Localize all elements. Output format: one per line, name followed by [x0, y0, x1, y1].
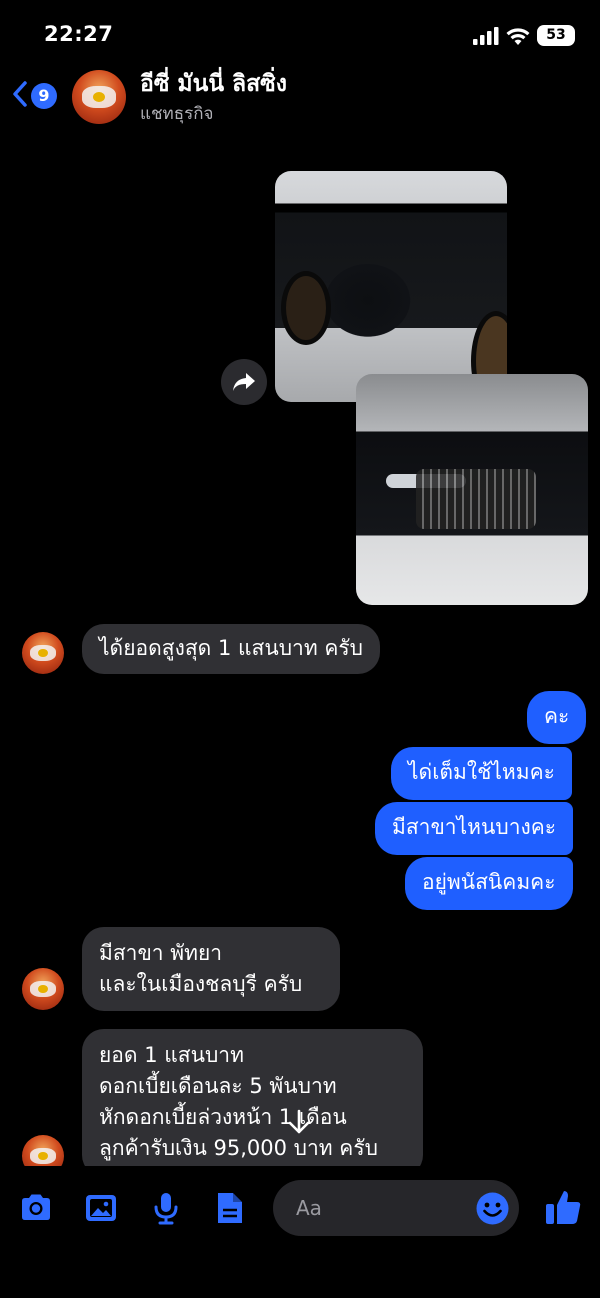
unread-count-badge[interactable]: 9: [31, 83, 57, 109]
file-icon[interactable]: [212, 1190, 248, 1226]
message-incoming[interactable]: มีสาขา พัทยา และในเมืองชลบุรี ครับ: [82, 927, 340, 1011]
share-icon: [233, 373, 255, 391]
contact-name[interactable]: อีซี่ มันนี่ ลิสซิ่ง: [140, 66, 287, 102]
share-button[interactable]: [221, 359, 267, 405]
status-time: 22:27: [44, 22, 114, 46]
message-incoming[interactable]: ยอด 1 แสนบาท ดอกเบี้ยเดือนละ 5 พันบาท หั…: [82, 1029, 423, 1177]
message-outgoing[interactable]: คะ: [527, 691, 587, 744]
back-chevron-icon[interactable]: [12, 80, 28, 108]
microphone-icon[interactable]: [148, 1190, 184, 1226]
contact-subtitle: แชทธุรกิจ: [140, 104, 214, 124]
message-outgoing[interactable]: มีสาขาไหนบางคะ: [375, 802, 574, 855]
car-photo-front[interactable]: [356, 374, 588, 605]
signal-icon: [473, 27, 499, 45]
sender-avatar[interactable]: [22, 632, 64, 674]
scroll-down-icon[interactable]: [286, 1109, 312, 1135]
gallery-icon[interactable]: [83, 1190, 119, 1226]
wifi-icon: [506, 28, 530, 45]
message-outgoing[interactable]: ได่เต็มใช้ไหมคะ: [391, 747, 572, 800]
camera-icon[interactable]: [18, 1190, 54, 1226]
battery-icon: 53: [537, 25, 575, 46]
like-icon[interactable]: [544, 1188, 582, 1226]
contact-avatar[interactable]: [72, 70, 126, 124]
emoji-icon[interactable]: [476, 1192, 509, 1225]
message-incoming[interactable]: ได้ยอดสูงสุด 1 แสนบาท ครับ: [82, 624, 380, 674]
message-input-placeholder: Aa: [296, 1196, 322, 1220]
message-outgoing[interactable]: อยู่พนัสนิคมคะ: [405, 857, 573, 910]
sender-avatar[interactable]: [22, 968, 64, 1010]
car-photo-side[interactable]: [275, 171, 507, 402]
